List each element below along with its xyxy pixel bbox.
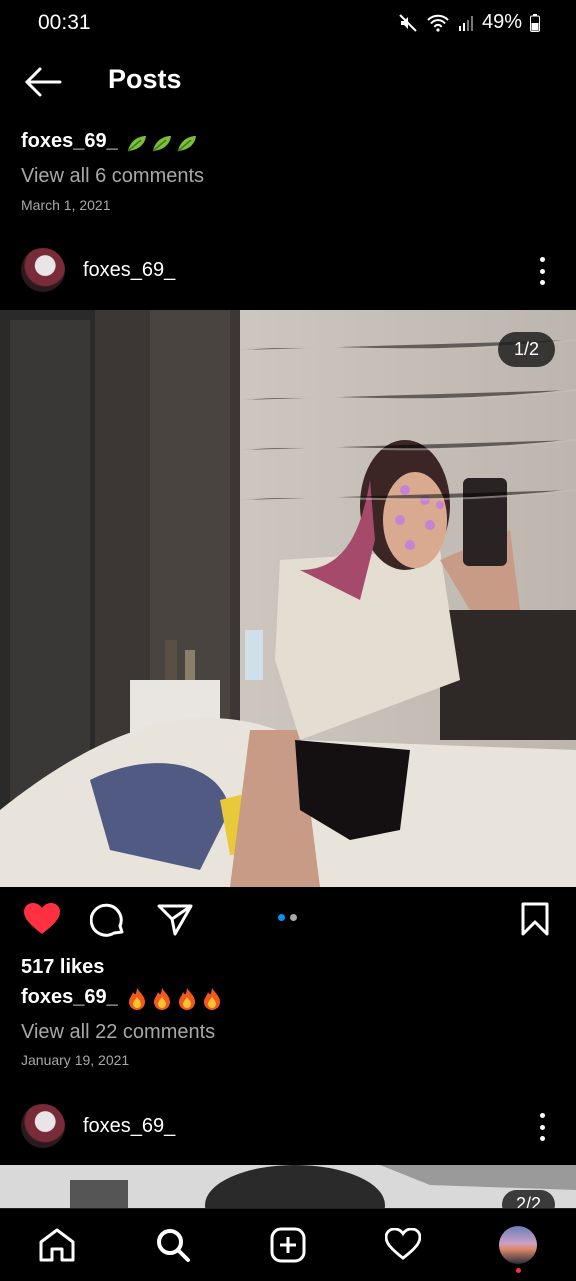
prev-caption: foxes_69_ <box>21 130 198 153</box>
signal-icon <box>458 15 473 31</box>
status-time: 00:31 <box>38 11 91 34</box>
create-icon <box>270 1227 306 1263</box>
back-arrow-icon <box>24 67 62 97</box>
mute-icon <box>399 13 417 32</box>
fire-icon <box>154 987 171 1010</box>
next-photo-illustration <box>0 1165 576 1208</box>
carousel-dots <box>278 914 297 921</box>
like-button[interactable] <box>23 902 61 941</box>
fire-icon <box>129 987 146 1010</box>
comment-button[interactable] <box>89 902 126 943</box>
post-username[interactable]: foxes_69_ <box>83 259 175 282</box>
carousel-dot <box>290 914 297 921</box>
wifi-icon <box>427 14 449 32</box>
next-post-username[interactable]: foxes_69_ <box>83 1115 175 1138</box>
notification-dot <box>516 1268 521 1273</box>
battery-icon <box>530 13 540 32</box>
leaf-icon <box>177 135 197 152</box>
page-title: Posts <box>108 64 182 94</box>
prev-post-date: March 1, 2021 <box>21 197 111 213</box>
prev-caption-username[interactable]: foxes_69_ <box>21 130 118 152</box>
comment-icon <box>89 903 124 937</box>
more-options-icon[interactable] <box>539 257 545 285</box>
leaf-icon <box>152 135 172 152</box>
post-image[interactable]: 1/2 <box>0 310 576 887</box>
nav-activity[interactable] <box>384 1227 422 1265</box>
bottom-nav <box>0 1208 576 1281</box>
nav-profile-avatar[interactable] <box>499 1226 537 1264</box>
caption: foxes_69_ <box>21 986 223 1011</box>
heart-filled-icon <box>24 903 60 934</box>
view-comments[interactable]: View all 22 comments <box>21 1021 215 1044</box>
post-date: January 19, 2021 <box>21 1052 130 1068</box>
share-icon <box>157 904 193 936</box>
avatar[interactable] <box>21 248 65 292</box>
save-button[interactable] <box>520 902 550 941</box>
fire-emojis <box>126 987 223 1011</box>
leaf-icon <box>127 135 147 152</box>
back-button[interactable] <box>22 64 62 100</box>
more-options-icon[interactable] <box>539 1113 545 1141</box>
status-icons: 49% <box>398 11 540 34</box>
image-counter: 1/2 <box>497 332 555 367</box>
likes-count[interactable]: 517 likes <box>21 956 104 979</box>
photo-illustration <box>0 310 576 887</box>
activity-icon <box>384 1227 422 1260</box>
fire-icon <box>204 987 221 1010</box>
caption-username[interactable]: foxes_69_ <box>21 986 118 1008</box>
bookmark-icon <box>521 902 549 936</box>
search-icon <box>157 1229 190 1262</box>
share-button[interactable] <box>157 903 193 942</box>
nav-home[interactable] <box>38 1227 76 1268</box>
nav-search[interactable] <box>155 1227 191 1268</box>
fire-icon <box>179 987 196 1010</box>
next-image-counter: 2/2 <box>501 1190 555 1208</box>
carousel-dot-active <box>278 914 285 921</box>
nav-create[interactable] <box>270 1227 306 1268</box>
home-icon <box>39 1228 75 1262</box>
leaf-emojis <box>126 133 198 153</box>
prev-view-comments[interactable]: View all 6 comments <box>21 165 204 188</box>
battery-percent: 49% <box>481 11 522 33</box>
avatar[interactable] <box>21 1104 65 1148</box>
next-post-image[interactable]: 2/2 <box>0 1165 576 1208</box>
